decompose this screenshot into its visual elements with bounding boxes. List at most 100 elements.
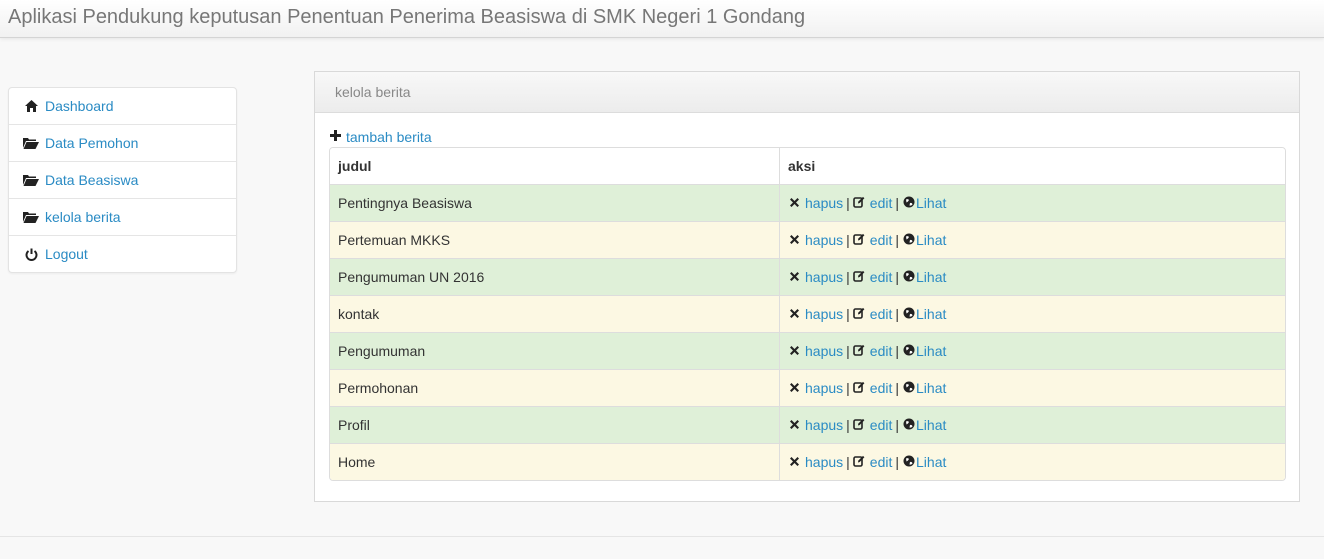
- judul-cell: Pentingnya Beasiswa: [330, 184, 780, 222]
- aksi-cell: hapus | edit | Lihat: [779, 369, 1285, 407]
- table-row: Home hapus | edit | Lihat: [330, 443, 1285, 480]
- delete-link[interactable]: hapus: [805, 417, 843, 433]
- action-separator: |: [846, 380, 850, 396]
- delete-icon: [788, 417, 801, 433]
- action-separator: |: [895, 417, 900, 433]
- delete-icon: [788, 454, 801, 470]
- aksi-cell: hapus | edit | Lihat: [779, 221, 1285, 259]
- aksi-cell: hapus | edit | Lihat: [779, 258, 1285, 296]
- view-link[interactable]: Lihat: [916, 454, 946, 470]
- action-separator: |: [895, 195, 900, 211]
- aksi-cell: hapus | edit | Lihat: [779, 443, 1285, 480]
- action-separator: |: [895, 306, 900, 322]
- sidebar-item-data-beasiswa[interactable]: Data Beasiswa: [9, 161, 236, 198]
- folder-open-icon: [23, 173, 39, 187]
- table-row: Pengumuman UN 2016 hapus | edit | Lihat: [330, 258, 1285, 296]
- edit-link[interactable]: edit: [870, 380, 893, 396]
- globe-icon: [902, 380, 915, 396]
- view-link[interactable]: Lihat: [916, 417, 946, 433]
- edit-link[interactable]: edit: [870, 306, 893, 322]
- sidebar-menu: Dashboard Data Pemohon Data Beasiswa kel…: [8, 87, 237, 273]
- action-separator: |: [895, 380, 900, 396]
- view-link[interactable]: Lihat: [916, 269, 946, 285]
- action-separator: |: [895, 343, 900, 359]
- judul-cell: Pengumuman: [330, 332, 780, 370]
- globe-icon: [902, 454, 915, 470]
- action-separator: |: [846, 232, 850, 248]
- edit-link[interactable]: edit: [870, 269, 893, 285]
- table-row: Profil hapus | edit | Lihat: [330, 406, 1285, 444]
- delete-link[interactable]: hapus: [805, 269, 843, 285]
- action-separator: |: [846, 195, 850, 211]
- judul-cell: kontak: [330, 295, 780, 333]
- judul-cell: Profil: [330, 406, 780, 444]
- table-row: Pentingnya Beasiswa hapus | edit | Lihat: [330, 184, 1285, 222]
- delete-link[interactable]: hapus: [805, 195, 843, 211]
- edit-icon: [853, 380, 866, 396]
- delete-icon: [788, 269, 801, 285]
- berita-table: judul aksi Pentingnya Beasiswa hapus | edit…: [329, 147, 1286, 481]
- column-header-aksi: aksi: [779, 148, 1285, 185]
- sidebar-item-label: Dashboard: [45, 98, 114, 114]
- aksi-cell: hapus | edit | Lihat: [779, 295, 1285, 333]
- add-berita-link[interactable]: tambah berita: [330, 129, 432, 145]
- delete-icon: [788, 306, 801, 322]
- sidebar-item-dashboard[interactable]: Dashboard: [9, 88, 236, 124]
- delete-link[interactable]: hapus: [805, 454, 843, 470]
- delete-link[interactable]: hapus: [805, 380, 843, 396]
- plus-icon: [330, 130, 341, 144]
- edit-icon: [853, 269, 866, 285]
- globe-icon: [902, 195, 915, 211]
- action-separator: |: [846, 417, 850, 433]
- edit-link[interactable]: edit: [870, 232, 893, 248]
- action-separator: |: [846, 269, 850, 285]
- sidebar-item-logout[interactable]: Logout: [9, 235, 236, 272]
- edit-link[interactable]: edit: [870, 343, 893, 359]
- view-link[interactable]: Lihat: [916, 232, 946, 248]
- edit-icon: [853, 195, 866, 211]
- action-separator: |: [895, 232, 900, 248]
- view-link[interactable]: Lihat: [916, 380, 946, 396]
- globe-icon: [902, 269, 915, 285]
- delete-link[interactable]: hapus: [805, 306, 843, 322]
- edit-icon: [853, 417, 866, 433]
- delete-icon: [788, 232, 801, 248]
- aksi-cell: hapus | edit | Lihat: [779, 406, 1285, 444]
- top-navbar: Aplikasi Pendukung keputusan Penentuan P…: [0, 0, 1324, 38]
- delete-link[interactable]: hapus: [805, 232, 843, 248]
- action-separator: |: [846, 454, 850, 470]
- column-header-judul: judul: [330, 148, 780, 185]
- footer-divider: [0, 536, 1324, 537]
- delete-icon: [788, 343, 801, 359]
- view-link[interactable]: Lihat: [916, 343, 946, 359]
- judul-cell: Pertemuan MKKS: [330, 221, 780, 259]
- aksi-cell: hapus | edit | Lihat: [779, 184, 1285, 222]
- globe-icon: [902, 232, 915, 248]
- sidebar-item-data-pemohon[interactable]: Data Pemohon: [9, 124, 236, 161]
- folder-open-icon: [23, 136, 39, 150]
- sidebar-item-kelola-berita[interactable]: kelola berita: [9, 198, 236, 235]
- sidebar-item-label: Data Beasiswa: [45, 172, 139, 188]
- aksi-cell: hapus | edit | Lihat: [779, 332, 1285, 370]
- table-row: Permohonan hapus | edit | Lihat: [330, 369, 1285, 407]
- delete-link[interactable]: hapus: [805, 343, 843, 359]
- table-header-row: judul aksi: [330, 148, 1285, 185]
- delete-icon: [788, 380, 801, 396]
- home-icon: [23, 99, 39, 113]
- sidebar-item-label: Logout: [45, 246, 88, 262]
- globe-icon: [902, 417, 915, 433]
- edit-link[interactable]: edit: [870, 417, 893, 433]
- view-link[interactable]: Lihat: [916, 306, 946, 322]
- view-link[interactable]: Lihat: [916, 195, 946, 211]
- folder-open-icon: [23, 210, 39, 224]
- globe-icon: [902, 306, 915, 322]
- sidebar-item-label: kelola berita: [45, 209, 121, 225]
- edit-link[interactable]: edit: [870, 454, 893, 470]
- app-title[interactable]: Aplikasi Pendukung keputusan Penentuan P…: [8, 6, 805, 29]
- add-berita-label: tambah berita: [346, 129, 432, 145]
- edit-link[interactable]: edit: [870, 195, 893, 211]
- judul-cell: Permohonan: [330, 369, 780, 407]
- edit-icon: [853, 343, 866, 359]
- globe-icon: [902, 343, 915, 359]
- sidebar-item-label: Data Pemohon: [45, 135, 139, 151]
